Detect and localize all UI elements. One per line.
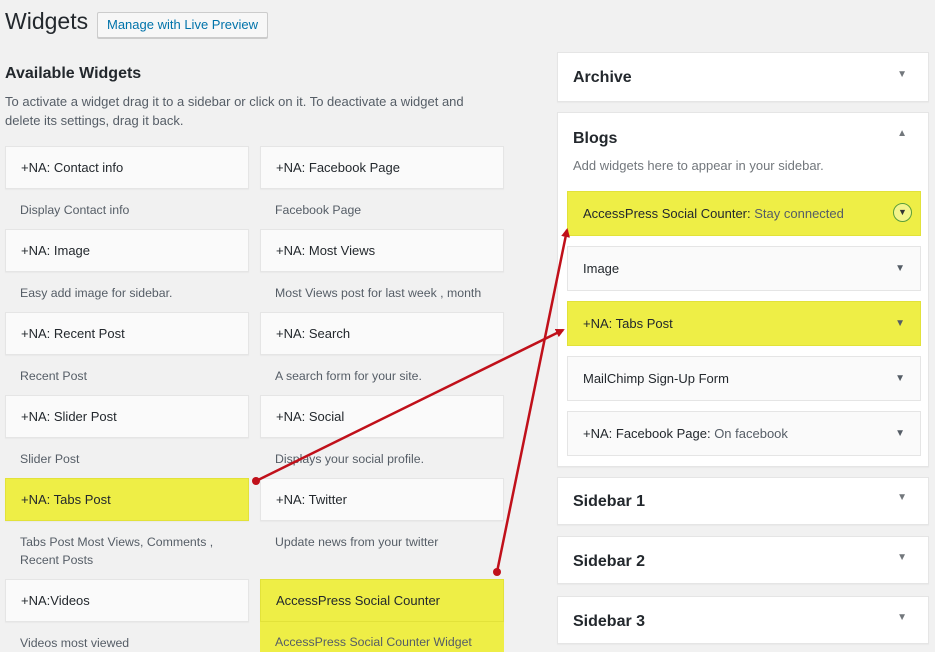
- toggle-arrow-icon[interactable]: ▼: [897, 612, 907, 623]
- sidebar-title: Sidebar 3: [573, 613, 646, 630]
- widget-accesspress-social-counter[interactable]: AccessPress Social Counter: [260, 579, 504, 622]
- page-title: Widgets: [5, 8, 89, 34]
- sidebar-blogs: Blogs ▲ Add widgets here to appear in yo…: [557, 112, 929, 467]
- sidebar-widget-mailchimp[interactable]: MailChimp Sign-Up Form ▼: [567, 356, 921, 401]
- widget-title: MailChimp Sign-Up Form: [583, 371, 729, 386]
- widget-title: +NA: Tabs Post: [583, 316, 673, 331]
- widget-facebook-page[interactable]: +NA: Facebook Page: [260, 146, 504, 189]
- sidebar-archive[interactable]: Archive ▼: [557, 52, 929, 102]
- sidebar-title: Sidebar 1: [573, 493, 646, 510]
- widget-description: Recent Post: [20, 369, 87, 383]
- widget-twitter[interactable]: +NA: Twitter: [260, 478, 504, 521]
- widget-tabs-post[interactable]: +NA: Tabs Post: [5, 478, 249, 521]
- widget-description: A search form for your site.: [275, 369, 422, 383]
- arrow-start-dot: [252, 477, 260, 485]
- widget-title: Image: [583, 261, 620, 276]
- widget-title: +NA: Facebook Page:: [583, 426, 711, 441]
- expand-arrow-icon[interactable]: ▼: [895, 412, 905, 455]
- widget-recent-post[interactable]: +NA: Recent Post: [5, 312, 249, 355]
- widget-description: Tabs Post Most Views, Comments , Recent …: [20, 535, 214, 567]
- sidebar-title: Sidebar 2: [573, 553, 646, 570]
- toggle-arrow-icon[interactable]: ▼: [897, 492, 907, 503]
- sidebar-description: Add widgets here to appear in your sideb…: [573, 158, 824, 173]
- sidebar-widget-tabs-post[interactable]: +NA: Tabs Post ▼: [567, 301, 921, 346]
- collapse-arrow-icon[interactable]: ▲: [897, 128, 907, 139]
- widget-social[interactable]: +NA: Social: [260, 395, 504, 438]
- widget-description: Videos most viewed: [20, 636, 130, 650]
- sidebar-widget-image[interactable]: Image ▼: [567, 246, 921, 291]
- widget-description: Displays your social profile.: [275, 452, 424, 466]
- toggle-arrow-icon[interactable]: ▼: [897, 69, 907, 80]
- sidebar-2[interactable]: Sidebar 2 ▼: [557, 536, 929, 584]
- widget-description: Slider Post: [20, 452, 80, 466]
- widget-description: Display Contact info: [20, 203, 130, 217]
- expand-arrow-icon[interactable]: ▼: [895, 357, 905, 400]
- sidebar-1[interactable]: Sidebar 1 ▼: [557, 477, 929, 525]
- expand-arrow-icon[interactable]: ▼: [895, 247, 905, 290]
- widget-search[interactable]: +NA: Search: [260, 312, 504, 355]
- widget-description: Easy add image for sidebar.: [20, 286, 173, 300]
- sidebar-title: Archive: [573, 69, 632, 86]
- expand-arrow-icon[interactable]: ▼: [895, 302, 905, 345]
- manage-live-preview-button[interactable]: Manage with Live Preview: [97, 12, 269, 38]
- widget-most-views[interactable]: +NA: Most Views: [260, 229, 504, 272]
- widget-subtitle: Stay connected: [754, 206, 844, 221]
- widget-description: Most Views post for last week , month: [275, 286, 482, 300]
- toggle-arrow-icon[interactable]: ▼: [897, 552, 907, 563]
- widget-image[interactable]: +NA: Image: [5, 229, 249, 272]
- sidebar-widget-accesspress-social-counter[interactable]: AccessPress Social Counter: Stay connect…: [567, 191, 921, 236]
- widget-description: AccessPress Social Counter Widget: [260, 622, 504, 652]
- widget-slider-post[interactable]: +NA: Slider Post: [5, 395, 249, 438]
- widget-subtitle: On facebook: [714, 426, 788, 441]
- available-widgets-description: To activate a widget drag it to a sideba…: [5, 94, 464, 128]
- widget-contact-info[interactable]: +NA: Contact info: [5, 146, 249, 189]
- widget-description: Update news from your twitter: [275, 535, 439, 549]
- sidebar-3[interactable]: Sidebar 3 ▼: [557, 596, 929, 644]
- widget-title: AccessPress Social Counter:: [583, 206, 751, 221]
- widget-description: Facebook Page: [275, 203, 362, 217]
- available-widgets-heading: Available Widgets: [5, 65, 142, 82]
- sidebar-title: Blogs: [573, 130, 618, 147]
- widget-videos[interactable]: +NA:Videos: [5, 579, 249, 622]
- sidebar-widget-facebook-page[interactable]: +NA: Facebook Page: On facebook ▼: [567, 411, 921, 456]
- expand-arrow-icon[interactable]: ▼: [893, 203, 912, 222]
- arrow-start-dot: [493, 568, 501, 576]
